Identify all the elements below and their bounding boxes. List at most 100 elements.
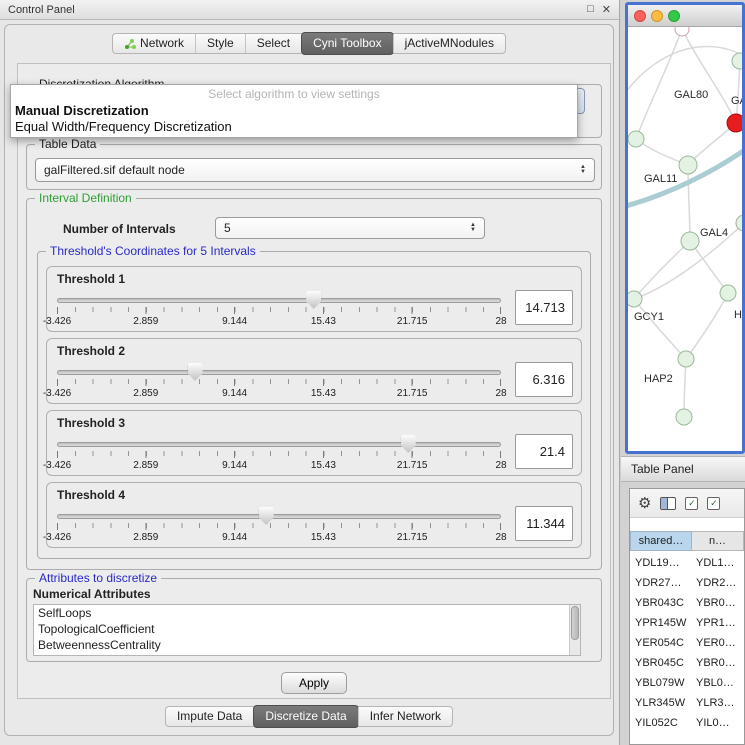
list-item[interactable]: SelfLoops xyxy=(34,605,580,621)
table-panel-header[interactable]: Table Panel xyxy=(621,456,745,482)
threshold-2-value[interactable]: 6.316 xyxy=(515,362,573,397)
table-row[interactable]: YER054CYER0… xyxy=(630,633,744,653)
tab-jactivemnodules[interactable]: jActiveMNodules xyxy=(393,34,505,53)
table-row[interactable]: YDL19…YDL1… xyxy=(630,553,744,573)
dropdown-option-manual-discretization[interactable]: Manual Discretization xyxy=(15,103,149,118)
threshold-3-value[interactable]: 21.4 xyxy=(515,434,573,469)
network-node[interactable] xyxy=(679,156,697,174)
zoom-button[interactable] xyxy=(668,10,680,22)
network-node[interactable] xyxy=(628,291,642,307)
network-node[interactable] xyxy=(676,409,692,425)
table-row[interactable]: YBL079WYBL0… xyxy=(630,673,744,693)
tab-infer-network[interactable]: Infer Network xyxy=(358,707,452,726)
tab-cyni-toolbox[interactable]: Cyni Toolbox xyxy=(301,32,393,55)
threshold-4-value[interactable]: 11.344 xyxy=(515,506,573,541)
scale-label: 9.144 xyxy=(222,460,247,471)
node-label-gal80: GAL80 xyxy=(674,89,708,101)
control-panel-titlebar[interactable]: Control Panel □ ✕ xyxy=(0,0,619,20)
scale-label: 15.43 xyxy=(311,316,336,327)
algorithm-dropdown-placeholder: Select algorithm to view settings xyxy=(11,87,577,101)
attributes-group-label: Attributes to discretize xyxy=(35,571,161,585)
scrollbar-thumb[interactable] xyxy=(571,606,579,640)
threshold-1-slider[interactable]: -3.426 2.859 9.144 15.43 21.715 28 xyxy=(57,289,501,331)
thresholds-group: Threshold's Coordinates for 5 Intervals … xyxy=(37,251,591,559)
number-of-intervals-label: Number of Intervals xyxy=(63,222,176,236)
number-of-intervals-combo[interactable]: 5 ▲▼ xyxy=(215,217,485,239)
network-node[interactable] xyxy=(675,27,689,36)
scale-label: 28 xyxy=(495,532,506,543)
network-node[interactable] xyxy=(681,232,699,250)
slider-track xyxy=(57,514,501,519)
network-canvas[interactable]: GAL80 GA GAL11 GAL4 GCY1 H HAP2 xyxy=(628,27,742,451)
table-row[interactable]: YLR345WYLR3… xyxy=(630,693,744,713)
scale-label: -3.426 xyxy=(43,316,71,327)
dropdown-option-equal-width-frequency[interactable]: Equal Width/Frequency Discretization xyxy=(15,119,232,134)
close-button[interactable] xyxy=(634,10,646,22)
network-node[interactable] xyxy=(720,285,736,301)
slider-scale: -3.426 2.859 9.144 15.43 21.715 28 xyxy=(57,316,501,328)
threshold-3-slider[interactable]: -3.426 2.859 9.144 15.43 21.715 28 xyxy=(57,433,501,475)
table-panel-title: Table Panel xyxy=(631,462,694,476)
table-data-combo-value: galFiltered.sif default node xyxy=(44,163,185,177)
algorithm-dropdown-popup: Select algorithm to view settings Manual… xyxy=(10,84,578,138)
close-window-icon[interactable]: ✕ xyxy=(602,3,611,16)
attributes-group: Attributes to discretize Numerical Attri… xyxy=(26,578,602,662)
table-row[interactable]: YBR043CYBR0… xyxy=(630,593,744,613)
attributes-list[interactable]: SelfLoops TopologicalCoefficient Between… xyxy=(33,604,581,656)
interval-definition-label: Interval Definition xyxy=(35,191,136,205)
threshold-4-panel: Threshold 4 -3.426 2.859 9.144 xyxy=(46,482,582,548)
threshold-3-panel: Threshold 3 -3.426 2.859 9.144 xyxy=(46,410,582,476)
list-item[interactable]: TopologicalCoefficient xyxy=(34,621,580,637)
attributes-list-scrollbar[interactable] xyxy=(569,605,580,655)
scale-label: -3.426 xyxy=(43,532,71,543)
threshold-4-slider[interactable]: -3.426 2.859 9.144 15.43 21.715 28 xyxy=(57,505,501,547)
scale-label: 2.859 xyxy=(133,388,158,399)
table-toolbar: ⚙ ✓ ✓ xyxy=(630,489,744,518)
table-header-row: shared… n… xyxy=(630,531,744,551)
node-label-hap2: HAP2 xyxy=(644,373,673,385)
table-columns-icon[interactable] xyxy=(660,497,676,510)
tab-discretize-data[interactable]: Discretize Data xyxy=(253,705,358,728)
slider-scale: -3.426 2.859 9.144 15.43 21.715 28 xyxy=(57,388,501,400)
scale-label: 2.859 xyxy=(133,460,158,471)
network-window-titlebar[interactable] xyxy=(628,5,742,27)
table-data-combo[interactable]: galFiltered.sif default node ▲▼ xyxy=(35,158,595,182)
table-row[interactable]: YIL052CYIL0… xyxy=(630,713,744,733)
network-node[interactable] xyxy=(628,131,644,147)
control-panel-title: Control Panel xyxy=(8,4,75,16)
node-label-gal11: GAL11 xyxy=(644,173,677,185)
gear-icon[interactable]: ⚙ xyxy=(638,496,651,511)
network-node-selected[interactable] xyxy=(727,114,742,132)
table-panel-window: ⚙ ✓ ✓ shared… n… YDL19…YDL1… YDR27…YDR2…… xyxy=(629,488,745,745)
top-tab-bar: Network Style Select Cyni Toolbox jActiv… xyxy=(5,33,613,54)
minimize-button[interactable] xyxy=(651,10,663,22)
slider-track xyxy=(57,370,501,375)
table-row[interactable]: YPR145WYPR1… xyxy=(630,613,744,633)
threshold-1-value[interactable]: 14.713 xyxy=(515,290,573,325)
tab-network[interactable]: Network xyxy=(113,34,195,53)
select-columns-icon[interactable]: ✓ xyxy=(685,497,698,510)
threshold-2-slider[interactable]: -3.426 2.859 9.144 15.43 21.715 28 xyxy=(57,361,501,403)
tab-select[interactable]: Select xyxy=(245,34,301,53)
network-node[interactable] xyxy=(732,53,742,69)
table-row[interactable]: YDR27…YDR2… xyxy=(630,573,744,593)
tab-style[interactable]: Style xyxy=(195,34,245,53)
slider-ticks xyxy=(57,379,501,386)
column-header-name[interactable]: n… xyxy=(692,531,744,551)
table-row[interactable]: YBR045CYBR0… xyxy=(630,653,744,673)
tab-impute-data[interactable]: Impute Data xyxy=(166,707,253,726)
apply-button[interactable]: Apply xyxy=(281,672,347,694)
tab-network-label: Network xyxy=(140,34,184,53)
column-header-shared-name[interactable]: shared… xyxy=(630,531,692,551)
list-item[interactable]: BetweennessCentrality xyxy=(34,637,580,653)
scale-label: 21.715 xyxy=(397,316,428,327)
select-all-columns-icon[interactable]: ✓ xyxy=(707,497,720,510)
scale-label: 9.144 xyxy=(222,388,247,399)
interval-definition-group: Interval Definition Number of Intervals … xyxy=(26,198,602,570)
float-window-icon[interactable]: □ xyxy=(587,3,594,16)
scale-label: 21.715 xyxy=(397,388,428,399)
node-label-gal4: GAL4 xyxy=(700,227,728,239)
scale-label: -3.426 xyxy=(43,388,71,399)
scale-label: 28 xyxy=(495,316,506,327)
network-node[interactable] xyxy=(678,351,694,367)
